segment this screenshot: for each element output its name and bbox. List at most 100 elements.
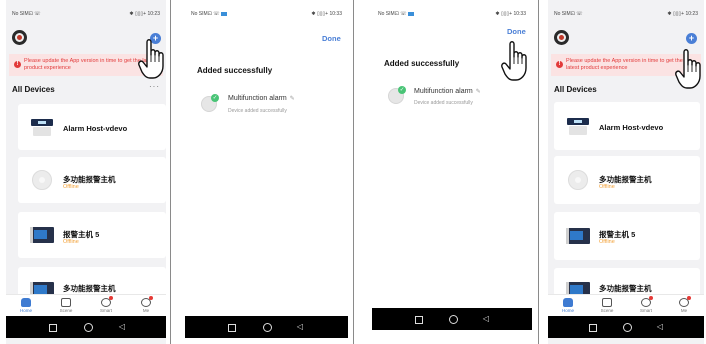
screen-added-2: No SIM⊡ ☏ ✱ ▯▯▯+ 10:33 Done Added succes…	[372, 0, 532, 344]
warning-icon: !	[14, 61, 21, 68]
device-card[interactable]: 多功能报警主机 Offline	[18, 157, 166, 203]
device-status: Offline	[63, 239, 79, 245]
added-device-name[interactable]: Multifunction alarm ✎	[414, 88, 481, 95]
scene-icon	[602, 298, 612, 307]
status-right: ✱ ▯▯▯+ 10:33	[311, 11, 342, 17]
status-right: ✱ ▯▯▯+ 10:33	[495, 11, 526, 17]
device-name: Alarm Host-vdevo	[63, 124, 128, 133]
home-nav-button[interactable]	[612, 316, 642, 338]
tab-me[interactable]: Me	[126, 295, 166, 313]
added-title: Added successfully	[197, 66, 273, 75]
added-device-status: Device added successfully	[228, 108, 287, 114]
tab-label: Home	[561, 308, 574, 313]
tab-scene[interactable]: Scene	[587, 295, 627, 313]
device-card[interactable]: 多功能报警主机	[554, 268, 700, 298]
alarm-sensor-icon: ✓	[201, 94, 219, 112]
screen-home-2: No SIM⊡ ☏ ✱ ▯▯▯+ 10:23 + ! Please update…	[548, 0, 704, 344]
recents-button[interactable]	[578, 316, 608, 338]
added-device-status: Device added successfully	[414, 100, 473, 106]
edit-icon[interactable]: ✎	[290, 96, 295, 102]
update-banner[interactable]: ! Please update the App version in time …	[551, 54, 701, 76]
tab-smart[interactable]: Smart	[626, 295, 666, 313]
tab-bar: Home Scene Smart Me	[548, 294, 704, 316]
screen-home-1: No SIM⊡ ☏ ✱ ▯▯▯+ 10:23 + ! Please update…	[6, 0, 166, 344]
tab-smart[interactable]: Smart	[86, 295, 126, 313]
system-nav-bar: ◁	[6, 316, 166, 338]
alarm-host-icon	[31, 119, 53, 136]
me-icon	[141, 296, 153, 307]
divider	[353, 0, 354, 344]
avatar[interactable]	[554, 30, 569, 45]
tab-label: Smart	[99, 308, 112, 313]
check-icon: ✓	[398, 86, 406, 94]
back-button[interactable]: ◁	[645, 316, 675, 338]
home-nav-button[interactable]	[438, 308, 468, 330]
system-nav-bar: ◁	[548, 316, 704, 338]
device-card[interactable]: 多功能报警主机	[18, 267, 166, 298]
done-button[interactable]: Done	[322, 34, 341, 43]
update-banner[interactable]: ! Please update the App version in time …	[9, 54, 163, 76]
smart-icon	[641, 296, 653, 307]
avatar[interactable]	[12, 30, 27, 45]
add-device-button[interactable]: +	[150, 33, 161, 44]
status-right: ✱ ▯▯▯+ 10:23	[129, 11, 160, 17]
done-button[interactable]: Done	[507, 27, 526, 36]
more-icon[interactable]: ···	[149, 82, 160, 91]
device-status: Offline	[63, 184, 79, 190]
tab-label: Me	[680, 308, 688, 313]
tab-label: Home	[19, 308, 32, 313]
home-nav-button[interactable]	[252, 316, 282, 338]
me-icon	[679, 296, 691, 307]
smart-icon	[101, 296, 113, 307]
alarm-sensor-icon	[568, 170, 588, 190]
tab-scene[interactable]: Scene	[46, 295, 86, 313]
status-left: No SIM⊡ ☏	[378, 11, 414, 17]
tab-home[interactable]: Home	[6, 295, 46, 313]
added-device-name[interactable]: Multifunction alarm ✎	[228, 95, 295, 102]
more-icon[interactable]: ···	[686, 82, 697, 91]
tab-home[interactable]: Home	[548, 295, 588, 313]
tab-me[interactable]: Me	[664, 295, 704, 313]
back-button[interactable]: ◁	[107, 316, 137, 338]
section-title: All Devices	[12, 85, 55, 94]
device-name: Alarm Host-vdevo	[599, 123, 664, 132]
device-card[interactable]: 多功能报警主机 Offline	[554, 156, 700, 204]
back-button[interactable]: ◁	[285, 316, 315, 338]
tab-bar: Home Scene Smart Me	[6, 294, 166, 316]
add-device-button[interactable]: +	[686, 33, 697, 44]
home-nav-button[interactable]	[73, 316, 103, 338]
alarm-host-icon	[567, 118, 589, 135]
tab-label: Smart	[639, 308, 652, 313]
device-name: 多功能报警主机	[599, 284, 652, 293]
divider	[538, 0, 539, 344]
tab-label: Me	[142, 308, 150, 313]
status-left: No SIM⊡ ☏	[554, 11, 583, 17]
recents-button[interactable]	[404, 308, 434, 330]
warning-icon: !	[556, 61, 563, 68]
recents-button[interactable]	[217, 316, 247, 338]
alarm-panel-icon	[566, 228, 590, 244]
recents-button[interactable]	[38, 316, 68, 338]
update-banner-text: Please update the App version in time to…	[566, 58, 683, 71]
divider	[170, 0, 171, 344]
system-nav-bar: ◁	[185, 316, 348, 338]
back-button[interactable]: ◁	[471, 308, 501, 330]
device-card[interactable]: Alarm Host-vdevo	[18, 104, 166, 150]
device-card[interactable]: Alarm Host-vdevo	[554, 102, 700, 150]
status-bar: No SIM⊡ ☏ ✱ ▯▯▯+ 10:23	[6, 0, 166, 26]
section-title: All Devices	[554, 85, 597, 94]
added-title: Added successfully	[384, 59, 460, 68]
device-name: 多功能报警主机	[63, 284, 116, 293]
status-bar: No SIM⊡ ☏ ✱ ▯▯▯+ 10:33	[372, 0, 532, 26]
system-nav-bar: ◁	[372, 308, 532, 330]
status-right: ✱ ▯▯▯+ 10:23	[667, 11, 698, 17]
device-card[interactable]: 报警主机 5 Offline	[18, 212, 166, 258]
home-icon	[21, 298, 31, 307]
device-card[interactable]: 报警主机 5 Offline	[554, 212, 700, 260]
edit-icon[interactable]: ✎	[476, 89, 481, 95]
alarm-sensor-icon: ✓	[388, 86, 406, 104]
tab-label: Scene	[600, 308, 614, 313]
screen-added-1: No SIM⊡ ☏ ✱ ▯▯▯+ 10:33 Done Added succes…	[185, 0, 348, 344]
status-left: No SIM⊡ ☏	[191, 11, 227, 17]
tab-label: Scene	[59, 308, 73, 313]
